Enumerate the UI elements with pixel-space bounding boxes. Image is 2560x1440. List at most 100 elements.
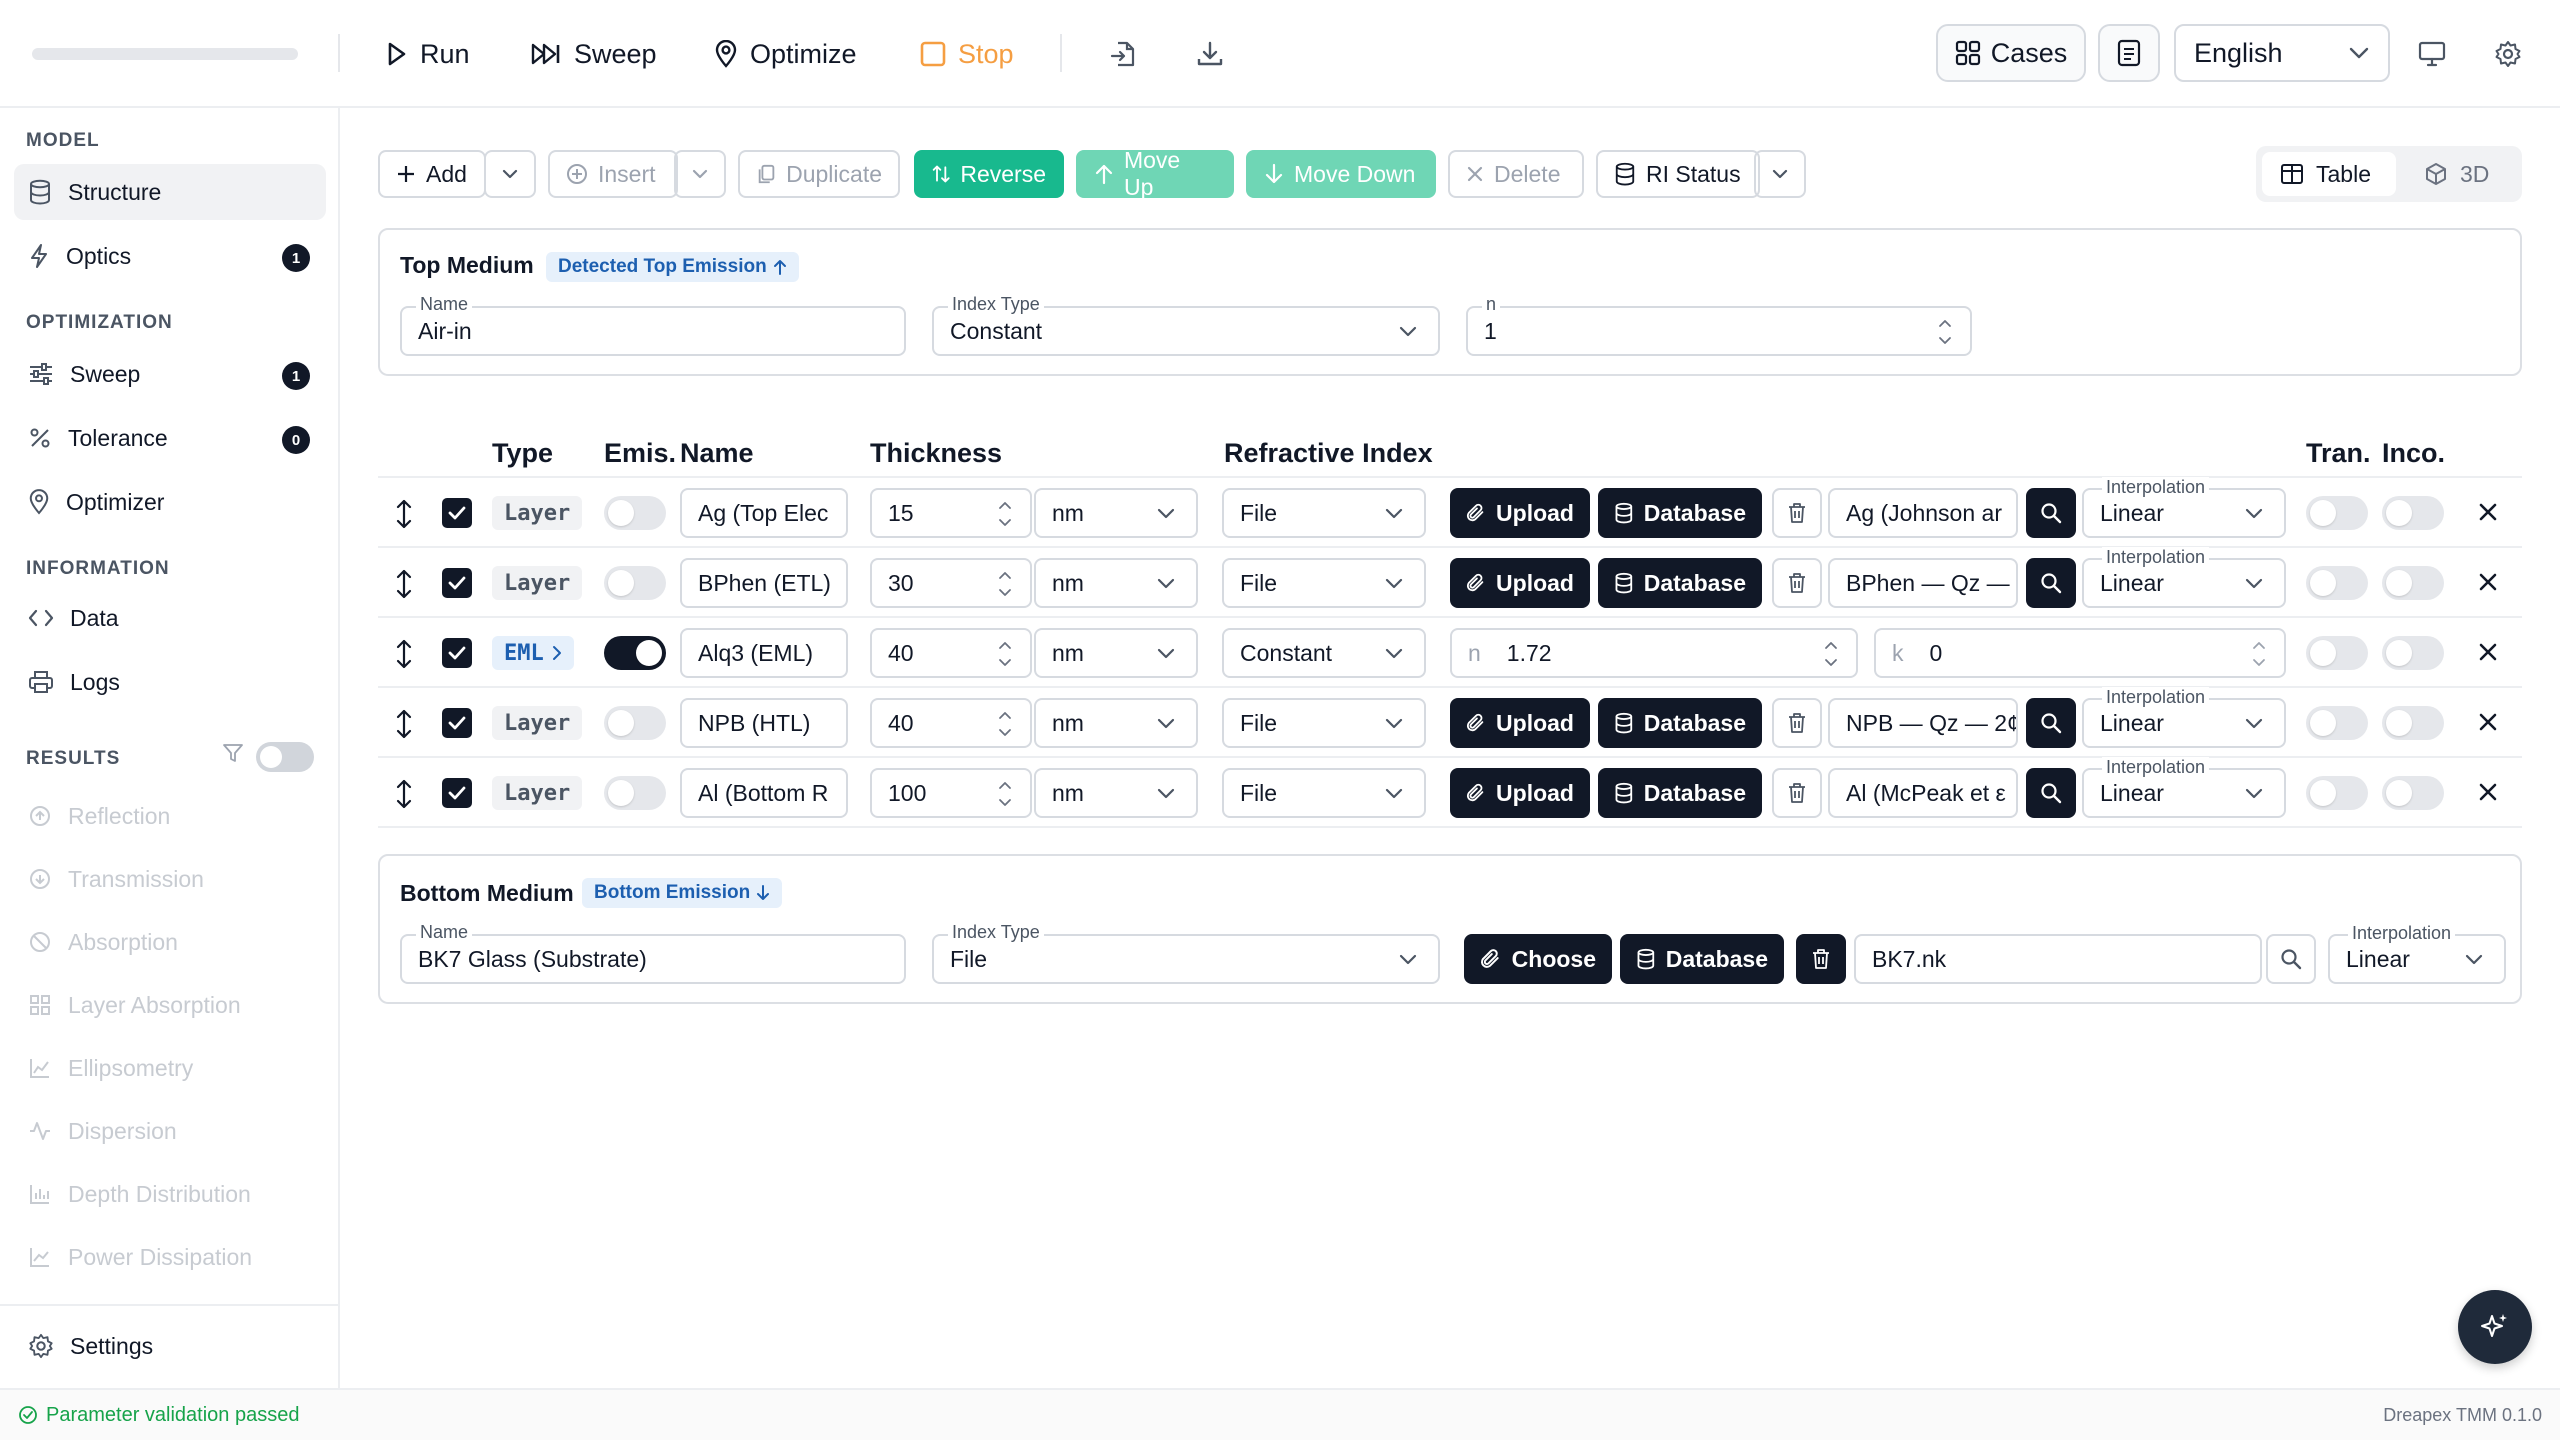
stepper-icon[interactable] [996,496,1014,532]
upload-button[interactable]: Upload [1450,558,1590,608]
incoherent-toggle[interactable] [2382,706,2444,740]
top-medium-name-field[interactable]: Name Air-in [400,294,906,356]
transmission-toggle[interactable] [2306,776,2368,810]
cases-button[interactable]: Cases [1936,24,2086,82]
stepper-icon[interactable] [996,776,1014,812]
unit-select[interactable]: nm [1034,698,1198,748]
layer-name-input[interactable]: Alq3 (EML) [680,628,848,678]
material-input[interactable]: BPhen — Qz — [1828,558,2018,608]
layer-type-chip[interactable]: Layer [492,496,583,530]
emission-toggle[interactable] [604,776,666,810]
material-search-button[interactable] [2026,558,2076,608]
thickness-input[interactable]: 30 [870,558,1032,608]
transmission-toggle[interactable] [2306,636,2368,670]
remove-row-icon[interactable] [2474,778,2502,806]
interpolation-select[interactable]: Interpolation Linear [2082,477,2286,538]
sidebar-item-data[interactable]: Data [14,590,326,646]
notes-button[interactable] [2098,24,2160,82]
drag-handle-icon[interactable] [392,568,416,600]
ri-status-dropdown-button[interactable] [1754,150,1806,198]
interpolation-select[interactable]: Interpolation Linear [2082,757,2286,818]
top-medium-n-input[interactable]: n 1 [1466,294,1972,356]
thickness-input[interactable]: 40 [870,628,1032,678]
layer-name-input[interactable]: Al (Bottom R [680,768,848,818]
remove-row-icon[interactable] [2474,708,2502,736]
import-button[interactable] [1100,30,1148,78]
k-constant-input[interactable]: k0 [1874,628,2286,678]
transmission-toggle[interactable] [2306,706,2368,740]
stepper-icon[interactable] [1936,314,1954,350]
insert-button[interactable]: Insert [548,150,678,198]
layer-name-input[interactable]: NPB (HTL) [680,698,848,748]
add-button[interactable]: Add [378,150,486,198]
upload-button[interactable]: Upload [1450,488,1590,538]
interpolation-select[interactable]: Interpolation Linear [2082,687,2286,748]
emission-toggle[interactable] [604,496,666,530]
incoherent-toggle[interactable] [2382,776,2444,810]
stop-button[interactable]: Stop [920,30,1014,78]
clear-file-button[interactable] [1772,698,1822,748]
thickness-input[interactable]: 40 [870,698,1032,748]
layer-type-chip[interactable]: Layer [492,776,583,810]
incoherent-toggle[interactable] [2382,566,2444,600]
drag-handle-icon[interactable] [392,778,416,810]
bottom-database-button[interactable]: Database [1620,934,1784,984]
unit-select[interactable]: nm [1034,488,1198,538]
bottom-medium-name-field[interactable]: Name BK7 Glass (Substrate) [400,922,906,984]
layer-name-input[interactable]: Ag (Top Elec [680,488,848,538]
material-input[interactable]: Ag (Johnson ar [1828,488,2018,538]
transmission-toggle[interactable] [2306,566,2368,600]
incoherent-toggle[interactable] [2382,496,2444,530]
material-input[interactable]: NPB — Qz — 2¢ [1828,698,2018,748]
row-checkbox[interactable] [442,568,472,598]
upload-button[interactable]: Upload [1450,698,1590,748]
stepper-icon[interactable] [996,636,1014,672]
move-down-button[interactable]: Move Down [1246,150,1436,198]
remove-row-icon[interactable] [2474,638,2502,666]
move-up-button[interactable]: Move Up [1076,147,1234,200]
download-button[interactable] [1186,30,1234,78]
stepper-icon[interactable] [996,706,1014,742]
sidebar-item-settings[interactable]: Settings [14,1318,326,1374]
emission-toggle[interactable] [604,636,666,670]
ri-status-button[interactable]: RI Status [1596,150,1760,198]
emission-toggle[interactable] [604,566,666,600]
layer-type-chip[interactable]: Layer [492,566,583,600]
view-table-button[interactable]: Table [2262,152,2396,196]
stepper-icon[interactable] [996,566,1014,602]
add-dropdown-button[interactable] [484,150,536,198]
database-button[interactable]: Database [1598,768,1762,818]
emission-toggle[interactable] [604,706,666,740]
database-button[interactable]: Database [1598,558,1762,608]
unit-select[interactable]: nm [1034,768,1198,818]
n-constant-input[interactable]: n 1.72 [1450,628,1858,678]
language-select[interactable]: English [2174,24,2390,82]
reverse-button[interactable]: Reverse [914,150,1064,198]
delete-button[interactable]: Delete [1448,150,1584,198]
drag-handle-icon[interactable] [392,708,416,740]
ri-mode-select[interactable]: File [1222,698,1426,748]
interpolation-select[interactable]: Interpolation Linear [2082,547,2286,608]
material-search-button[interactable] [2026,488,2076,538]
duplicate-button[interactable]: Duplicate [738,150,900,198]
ri-mode-select[interactable]: Constant [1222,628,1426,678]
stepper-icon[interactable] [2250,636,2268,672]
incoherent-toggle[interactable] [2382,636,2444,670]
sidebar-item-logs[interactable]: Logs [14,654,326,710]
unit-select[interactable]: nm [1034,628,1198,678]
bottom-clear-file-button[interactable] [1796,934,1846,984]
bottom-interpolation-select[interactable]: Interpolation Linear [2328,923,2506,984]
ai-assistant-button[interactable] [2458,1290,2532,1364]
thickness-input[interactable]: 15 [870,488,1032,538]
database-button[interactable]: Database [1598,488,1762,538]
database-button[interactable]: Database [1598,698,1762,748]
insert-dropdown-button[interactable] [674,150,726,198]
settings-gear-button[interactable] [2484,30,2532,78]
upload-button[interactable]: Upload [1450,768,1590,818]
sweep-button[interactable]: Sweep [530,30,657,78]
clear-file-button[interactable] [1772,558,1822,608]
view-3d-button[interactable]: 3D [2406,152,2516,196]
row-checkbox[interactable] [442,708,472,738]
material-input[interactable]: Al (McPeak et ε [1828,768,2018,818]
optimize-button[interactable]: Optimize [714,30,857,78]
